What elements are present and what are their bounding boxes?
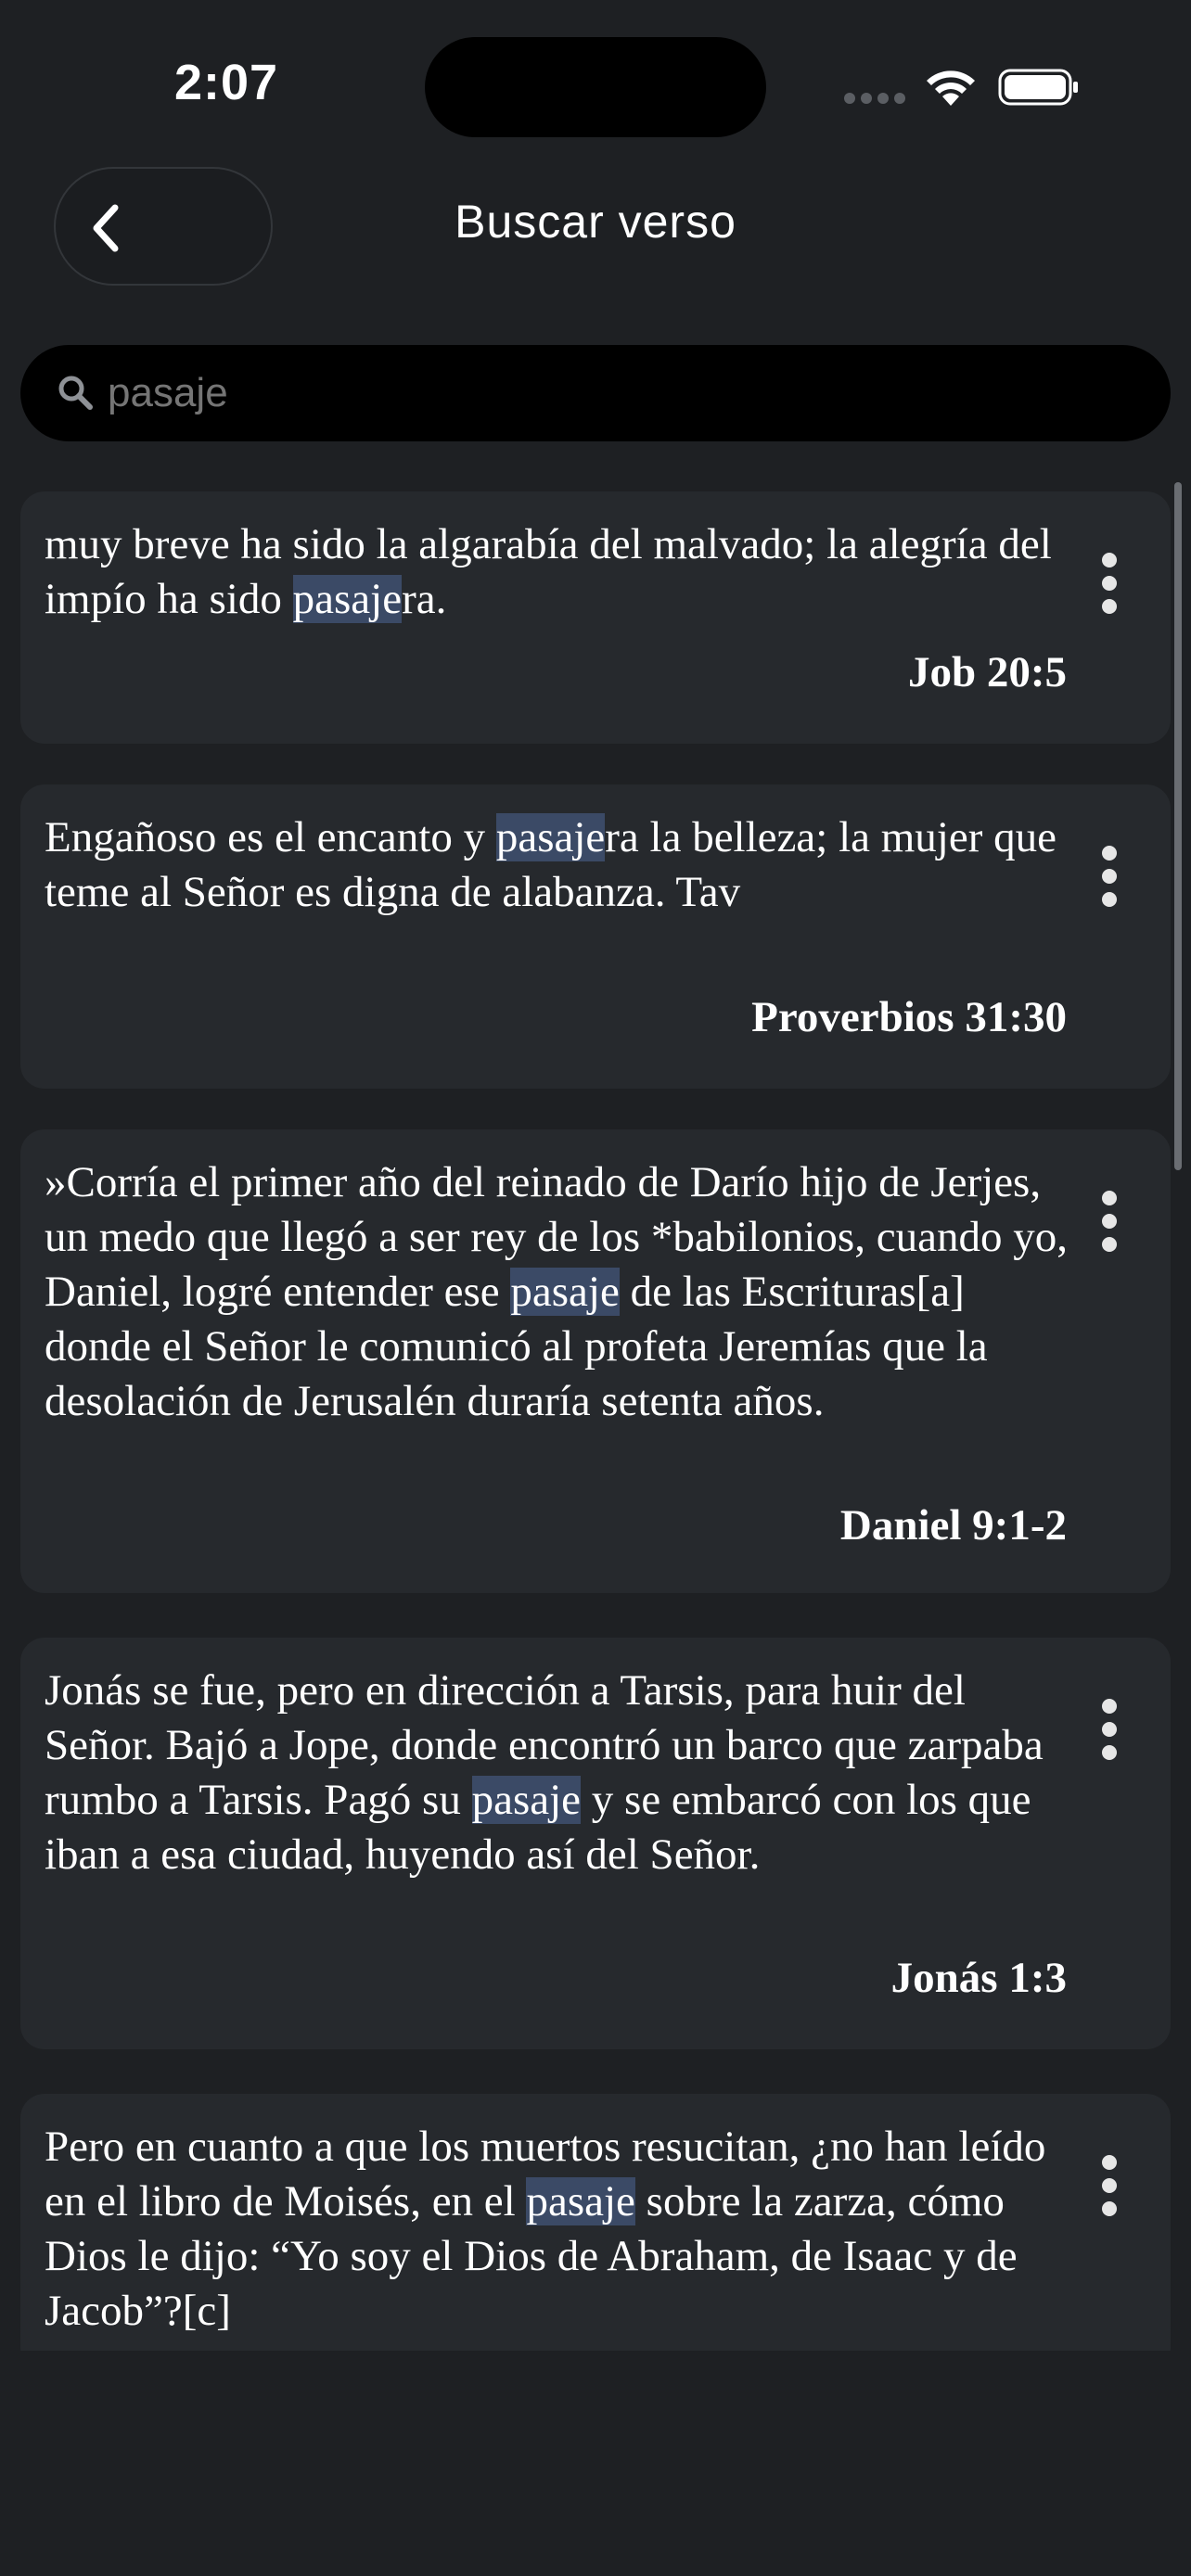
- verse-reference: Daniel 9:1-2: [839, 1501, 1067, 1549]
- more-options-button[interactable]: [1098, 553, 1121, 614]
- verse-reference: Job 20:5: [907, 648, 1067, 696]
- page-title: Buscar verso: [455, 196, 736, 248]
- verse-card[interactable]: »Corría el primer año del reinado de Dar…: [20, 1129, 1171, 1593]
- status-time: 2:07: [174, 55, 279, 110]
- verse-card[interactable]: muy breve ha sido la algarabía del malva…: [20, 491, 1171, 744]
- search-highlight: pasaje: [292, 575, 403, 623]
- battery-icon: [998, 69, 1078, 106]
- verse-text: Pero en cuanto a que los muertos resucit…: [45, 2123, 1046, 2335]
- more-options-button[interactable]: [1098, 1699, 1121, 1760]
- search-highlight: pasaje: [495, 813, 606, 861]
- search-highlight: pasaje: [510, 1268, 620, 1316]
- verse-reference: Proverbios 31:30: [751, 993, 1067, 1041]
- verse-text: »Corría el primer año del reinado de Dar…: [45, 1158, 1068, 1425]
- search-highlight: pasaje: [471, 1776, 582, 1824]
- verse-text: Engañoso es el encanto y pasajera la bel…: [45, 813, 1057, 916]
- more-options-button[interactable]: [1098, 1191, 1121, 1252]
- verse-reference: Jonás 1:3: [890, 1954, 1067, 2002]
- verse-card[interactable]: Jonás se fue, pero en dirección a Tarsis…: [20, 1638, 1171, 2049]
- results-list: muy breve ha sido la algarabía del malva…: [0, 491, 1191, 2351]
- cellular-signal-icon: [844, 93, 905, 104]
- search-highlight: pasaje: [526, 2177, 635, 2225]
- search-input[interactable]: [108, 358, 1128, 428]
- scrollbar[interactable]: [1174, 482, 1182, 1170]
- wifi-icon: [927, 70, 975, 106]
- verse-text: muy breve ha sido la algarabía del malva…: [45, 520, 1052, 623]
- screen: 2:07 Buscar verso muy brev: [0, 0, 1191, 2576]
- status-bar: 2:07: [0, 0, 1191, 158]
- magnifier-icon: [58, 376, 93, 410]
- dynamic-island: [425, 37, 766, 137]
- more-options-button[interactable]: [1098, 2155, 1121, 2216]
- verse-card[interactable]: Pero en cuanto a que los muertos resucit…: [20, 2094, 1171, 2351]
- search-bar[interactable]: [20, 345, 1171, 441]
- more-options-button[interactable]: [1098, 846, 1121, 907]
- verse-card[interactable]: Engañoso es el encanto y pasajera la bel…: [20, 784, 1171, 1089]
- verse-text: Jonás se fue, pero en dirección a Tarsis…: [45, 1666, 1044, 1879]
